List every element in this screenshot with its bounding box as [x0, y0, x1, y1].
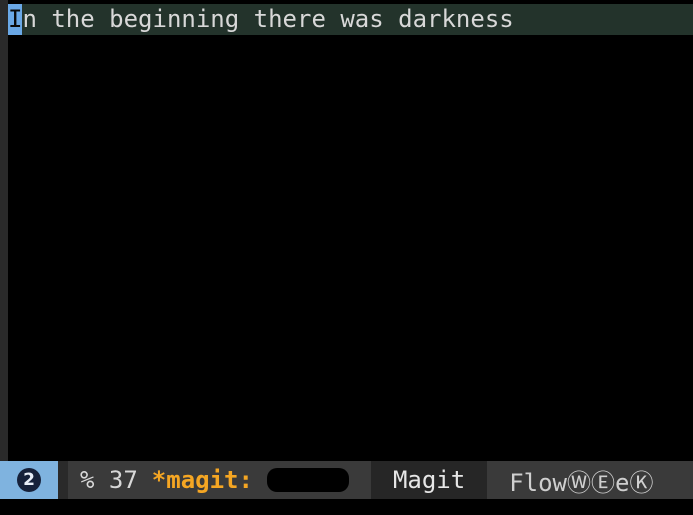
current-line-highlight[interactable]: In the beginning there was darkness: [8, 4, 693, 35]
major-mode-label[interactable]: Magit: [393, 466, 465, 494]
text-buffer[interactable]: In the beginning there was darkness: [8, 0, 693, 461]
buffer-name[interactable]: *magit:: [152, 466, 253, 494]
buffer-info-segment: % 37 *magit:: [68, 461, 371, 499]
window-number-segment: 2: [0, 461, 58, 499]
mode-line: 2 % 37 *magit: Magit FlowⓌⒺeⓀ: [0, 461, 693, 499]
major-mode-segment[interactable]: Magit: [370, 461, 488, 499]
window-number-badge: 2: [17, 468, 41, 492]
buffer-position-percent: % 37: [80, 466, 138, 494]
minor-modes-segment[interactable]: FlowⓌⒺeⓀ: [487, 461, 654, 499]
left-fringe: [0, 0, 8, 461]
echo-area: [0, 499, 693, 515]
emacs-frame: In the beginning there was darkness 2 % …: [0, 0, 693, 515]
redacted-text: [266, 468, 349, 492]
mode-line-separator: [58, 461, 68, 499]
minor-modes-label[interactable]: FlowⓌⒺeⓀ: [509, 463, 653, 498]
buffer-line-text: n the beginning there was darkness: [22, 5, 514, 33]
text-cursor[interactable]: I: [8, 4, 23, 35]
